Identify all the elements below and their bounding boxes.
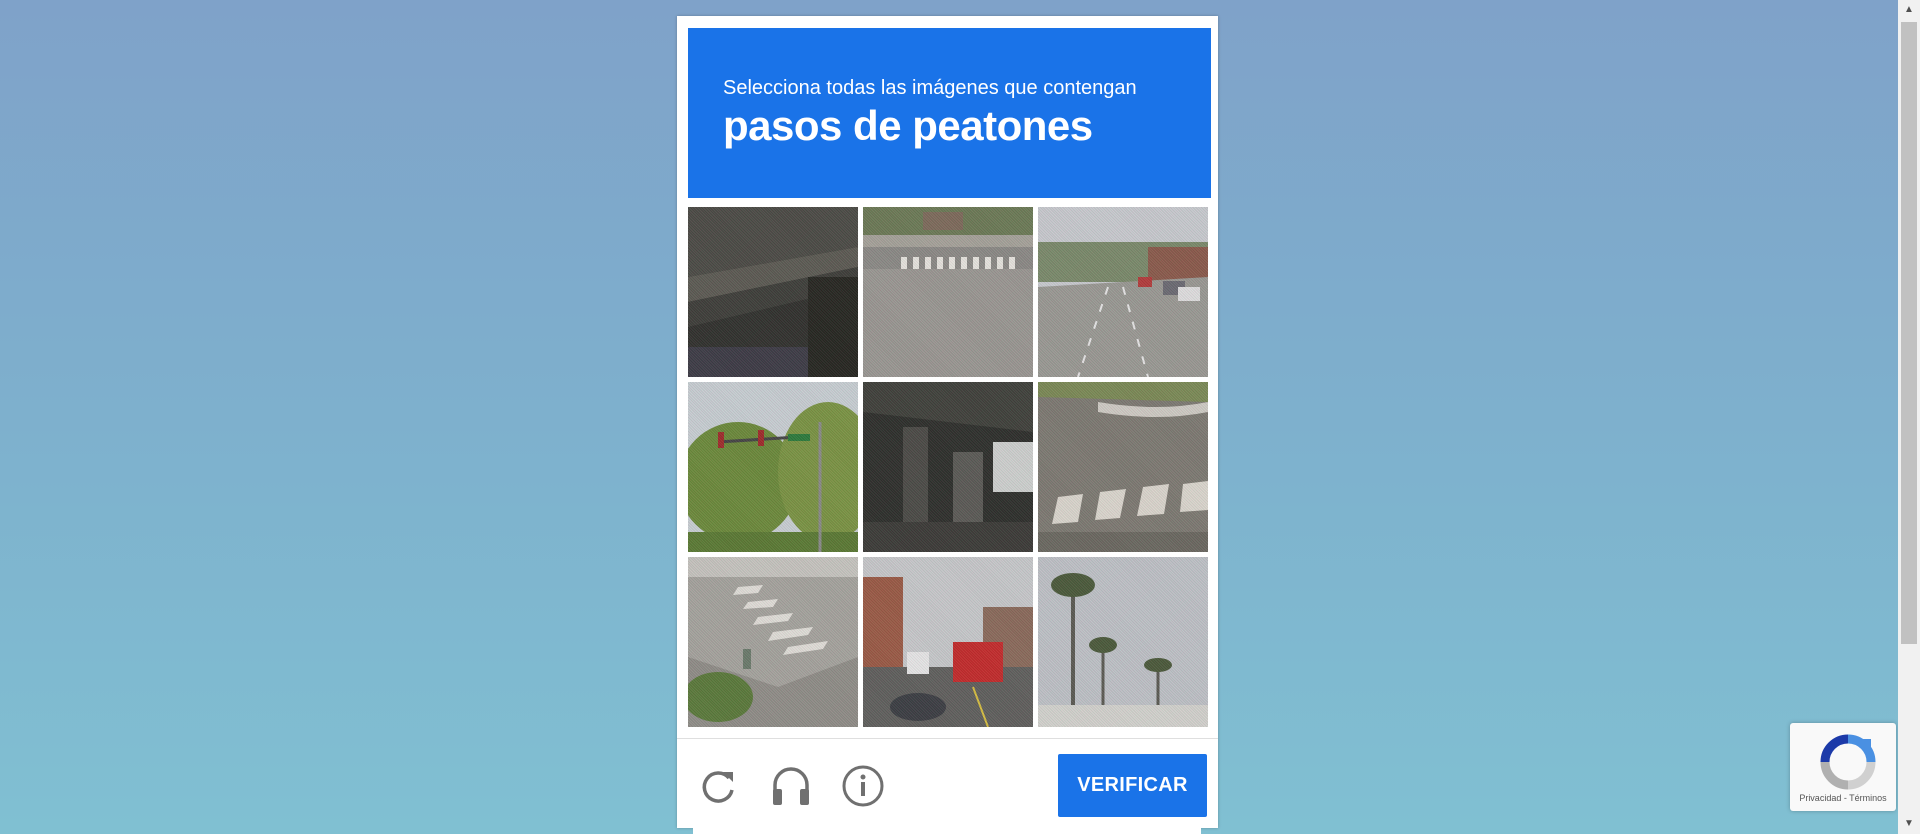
tile-image: [1038, 382, 1208, 552]
challenge-target: pasos de peatones: [723, 102, 1093, 149]
reload-button[interactable]: [696, 763, 742, 809]
image-tile-8[interactable]: [863, 557, 1033, 727]
verify-button[interactable]: VERIFICAR: [1058, 754, 1207, 817]
scroll-thumb[interactable]: [1901, 22, 1917, 644]
captcha-dialog: Selecciona todas las imágenes que conten…: [677, 16, 1218, 828]
footer-divider: [677, 738, 1218, 739]
tile-image: [688, 557, 858, 727]
audio-challenge-button[interactable]: [768, 763, 814, 809]
recaptcha-logo-icon: [1820, 734, 1876, 790]
tile-image: [863, 557, 1033, 727]
challenge-instruction: Selecciona todas las imágenes que conten…: [723, 77, 1137, 99]
scroll-down-arrow-icon[interactable]: ▼: [1898, 814, 1920, 834]
info-button[interactable]: [840, 763, 886, 809]
image-tile-6[interactable]: [1038, 382, 1208, 552]
tile-image: [688, 382, 858, 552]
recaptcha-badge[interactable]: Privacidad - Términos: [1790, 723, 1896, 811]
image-tile-3[interactable]: [1038, 207, 1208, 377]
scroll-up-arrow-icon[interactable]: ▲: [1898, 0, 1920, 20]
tile-image: [1038, 557, 1208, 727]
headphones-icon: [773, 767, 809, 805]
badge-links[interactable]: Privacidad - Términos: [1790, 793, 1896, 803]
reload-icon: [702, 771, 734, 803]
tile-image: [688, 207, 858, 377]
image-tile-7[interactable]: [688, 557, 858, 727]
page-scrollbar[interactable]: ▲ ▼: [1898, 0, 1920, 834]
bottom-strip: [693, 828, 1201, 834]
image-tile-4[interactable]: [688, 382, 858, 552]
image-tile-1[interactable]: [688, 207, 858, 377]
challenge-header: Selecciona todas las imágenes que conten…: [688, 28, 1211, 198]
tile-image: [863, 207, 1033, 377]
image-tile-9[interactable]: [1038, 557, 1208, 727]
info-icon: [842, 765, 884, 807]
image-tile-5[interactable]: [863, 382, 1033, 552]
image-tile-2[interactable]: [863, 207, 1033, 377]
tile-image: [1038, 207, 1208, 377]
tile-image: [863, 382, 1033, 552]
